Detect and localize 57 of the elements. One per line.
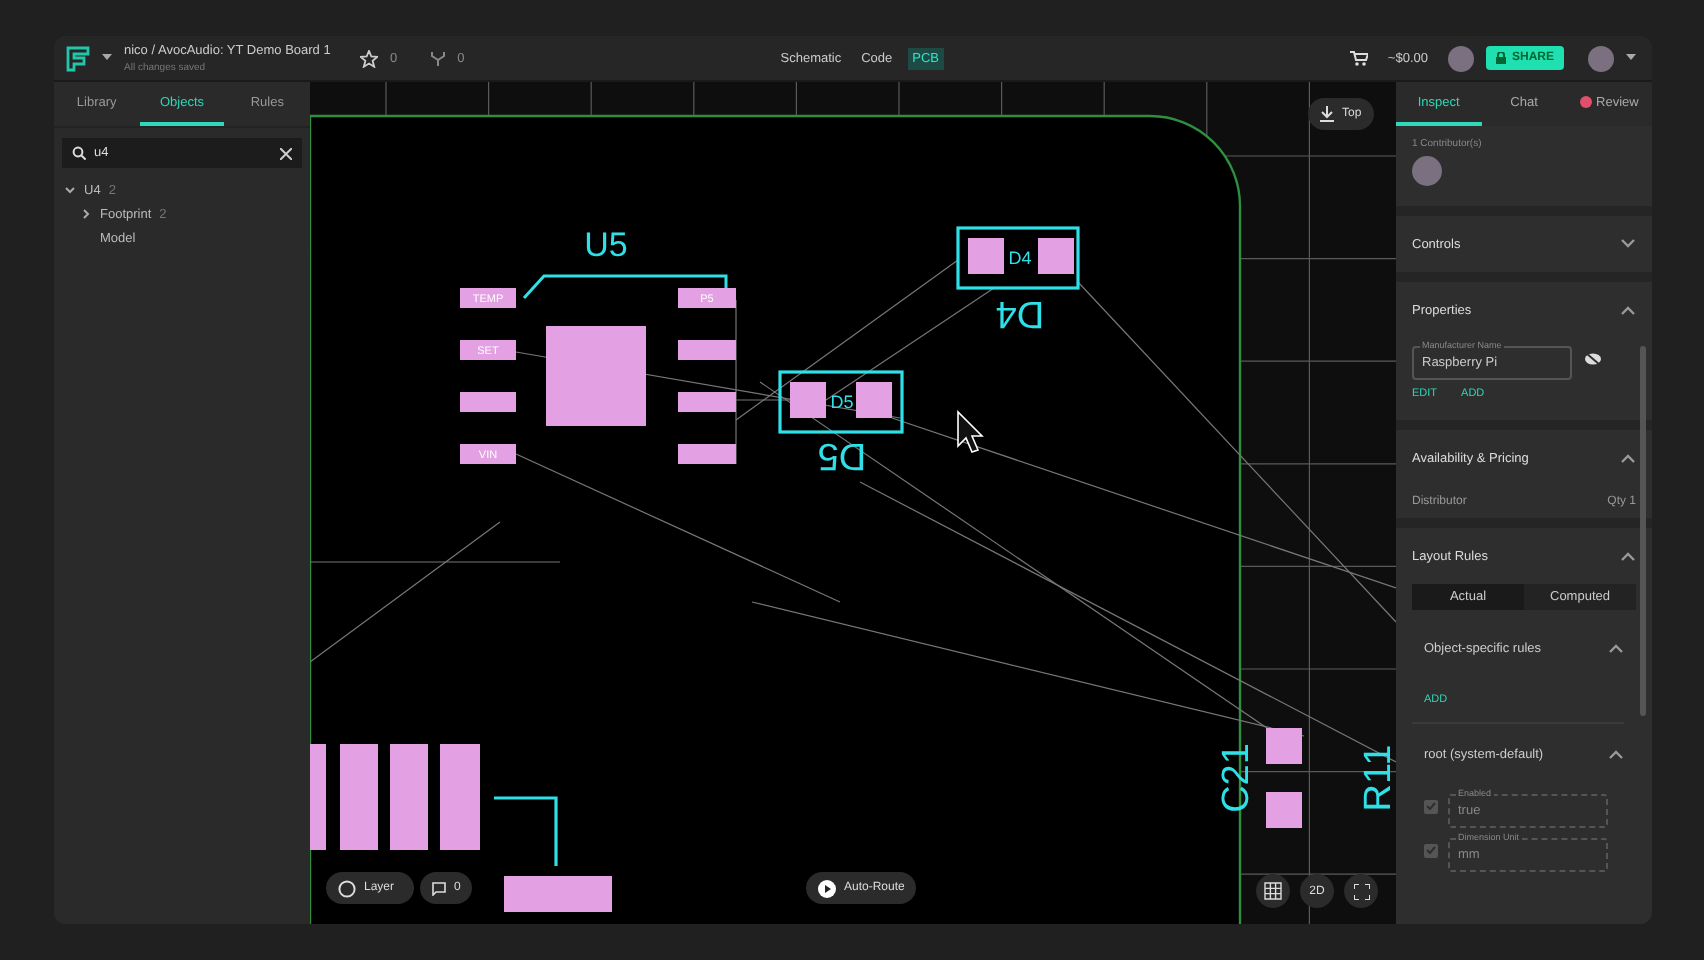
pcb-pad xyxy=(546,326,646,426)
chevron-icon[interactable] xyxy=(1620,452,1636,464)
chevron-icon[interactable] xyxy=(1608,642,1624,654)
pcb-pad xyxy=(460,392,516,412)
fullscreen-button[interactable] xyxy=(1344,874,1378,908)
comment-icon xyxy=(432,881,446,895)
chevron-icon[interactable] xyxy=(1620,550,1636,562)
designator-label: R11 xyxy=(1358,744,1396,812)
fork-icon[interactable] xyxy=(429,49,446,67)
designator-label: C21 xyxy=(1216,743,1258,813)
close-icon[interactable] xyxy=(280,147,292,159)
eye-slash-icon[interactable] xyxy=(1584,352,1602,366)
chevron-icon[interactable] xyxy=(1620,304,1636,316)
part-label: D5 xyxy=(830,392,854,412)
pcb-pad xyxy=(1038,238,1074,274)
pcb-pad xyxy=(678,340,736,360)
avatar-icon[interactable] xyxy=(1412,156,1442,186)
chevron-icon[interactable] xyxy=(64,184,76,196)
chevron-icon[interactable] xyxy=(1620,238,1636,250)
pcb-pad xyxy=(678,392,736,412)
caret-icon[interactable] xyxy=(102,54,112,62)
silkscreen-outline xyxy=(494,796,558,866)
grid-button[interactable] xyxy=(1256,874,1290,908)
chevron-icon[interactable] xyxy=(80,208,92,220)
search-icon xyxy=(72,146,86,160)
pcb-pad xyxy=(310,744,326,850)
designator-label: D5 xyxy=(817,434,867,476)
logo-icon[interactable] xyxy=(66,45,90,71)
cart-icon[interactable] xyxy=(1349,50,1368,66)
pcb-pad xyxy=(1266,728,1302,764)
pcb-pad xyxy=(504,876,612,912)
pcb-pad xyxy=(440,744,480,850)
pcb-pad xyxy=(1266,792,1302,828)
cursor-icon xyxy=(957,410,984,453)
dot-icon xyxy=(1580,96,1593,108)
pcb-pad xyxy=(968,238,1004,274)
lock-icon xyxy=(1495,52,1506,64)
silkscreen-outline xyxy=(778,370,904,434)
caret-icon[interactable] xyxy=(1626,54,1636,62)
star-icon[interactable] xyxy=(360,49,378,67)
pcb-pad xyxy=(790,382,826,418)
avatar-icon[interactable] xyxy=(1588,45,1614,71)
pcb-pad xyxy=(340,744,378,850)
pcb-pad xyxy=(678,444,736,464)
part-label: D4 xyxy=(1008,248,1032,268)
play-icon xyxy=(818,879,836,897)
chevron-icon[interactable] xyxy=(1608,748,1624,760)
pcb-pad xyxy=(390,744,428,850)
designator-label: U5 xyxy=(584,226,628,264)
circle-icon xyxy=(338,879,356,897)
designator-label: D4 xyxy=(995,292,1045,334)
download-arrow-icon xyxy=(1320,106,1334,122)
pcb-pad xyxy=(856,382,892,418)
grid-icon xyxy=(1264,882,1282,900)
avatar-icon[interactable] xyxy=(1447,45,1474,71)
fullscreen-icon xyxy=(1353,883,1369,899)
silkscreen-outline xyxy=(956,226,1080,290)
